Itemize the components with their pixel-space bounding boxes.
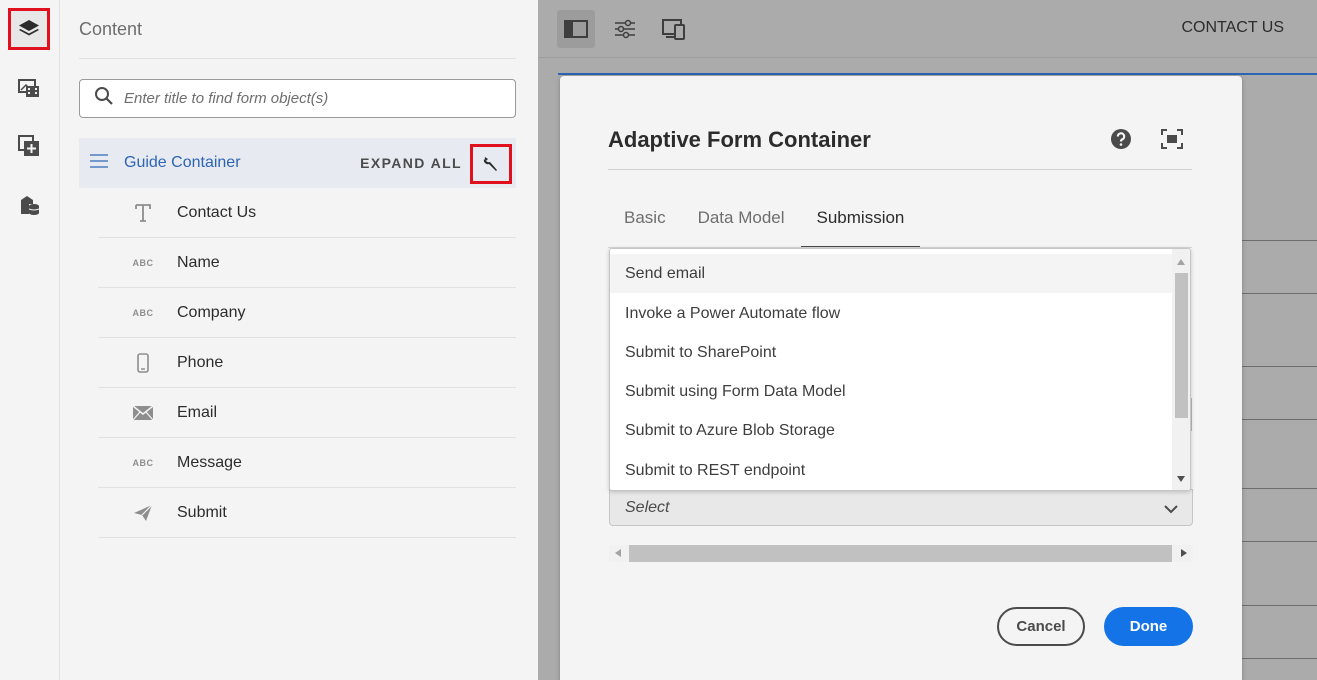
divider <box>79 58 516 59</box>
side-rail <box>0 0 60 680</box>
scroll-left-icon[interactable] <box>615 549 621 557</box>
adaptive-form-container-dialog: Adaptive Form Container Basic Data Model… <box>560 76 1242 680</box>
guide-container-row[interactable]: Guide Container EXPAND ALL <box>79 138 516 188</box>
wrench-icon[interactable] <box>470 144 512 184</box>
side-panel-toggle-icon[interactable] <box>557 10 595 48</box>
form-field-line <box>1238 293 1317 294</box>
option-power-automate[interactable]: Invoke a Power Automate flow <box>610 294 1174 333</box>
submit-action-select[interactable]: Select <box>609 489 1193 526</box>
tree-item-label: Phone <box>177 353 224 371</box>
tree-item-company[interactable]: ABC Company <box>98 288 516 338</box>
dropdown-scrollbar[interactable] <box>1172 249 1190 490</box>
list-icon <box>90 153 108 173</box>
tree-item-contact-us[interactable]: Contact Us <box>98 188 516 238</box>
tree-item-message[interactable]: ABC Message <box>98 438 516 488</box>
tree-item-email[interactable]: Email <box>98 388 516 438</box>
horizontal-scrollbar[interactable] <box>609 545 1193 562</box>
select-value: Select <box>625 499 670 516</box>
text-icon <box>130 203 156 222</box>
form-field-line <box>1238 366 1317 367</box>
components-icon[interactable] <box>8 125 50 167</box>
form-field-line <box>1238 605 1317 606</box>
form-field-line <box>1238 240 1317 241</box>
guide-container-label: Guide Container <box>124 154 241 171</box>
dialog-title: Adaptive Form Container <box>608 127 871 152</box>
scroll-down-icon[interactable] <box>1177 476 1185 482</box>
selection-outline <box>558 73 1317 75</box>
editor-toolbar: CONTACT US <box>538 0 1317 58</box>
tab-submission[interactable]: Submission <box>800 208 921 248</box>
envelope-icon <box>130 405 156 420</box>
tree-item-label: Name <box>177 253 220 271</box>
tree-item-label: Message <box>177 453 242 471</box>
chevron-down-icon <box>1164 501 1178 519</box>
app-root: Content Guide Container EXPAND ALL <box>0 0 1317 680</box>
expand-all-button[interactable]: EXPAND ALL <box>360 155 462 171</box>
tab-data-model[interactable]: Data Model <box>682 208 801 248</box>
properties-sliders-icon[interactable] <box>606 10 644 48</box>
scroll-up-icon[interactable] <box>1177 259 1185 265</box>
tree-item-name[interactable]: ABC Name <box>98 238 516 288</box>
paper-plane-icon <box>130 504 156 521</box>
tree-item-phone[interactable]: Phone <box>98 338 516 388</box>
scrollbar-thumb[interactable] <box>629 545 1172 562</box>
emulator-devices-icon[interactable] <box>655 10 693 48</box>
dialog-tabs: Basic Data Model Submission <box>608 208 921 248</box>
help-icon[interactable] <box>1110 128 1132 150</box>
panel-title: Content <box>79 19 143 39</box>
scrollbar-thumb[interactable] <box>1175 273 1188 418</box>
option-send-email[interactable]: Send email <box>610 254 1174 293</box>
abc-icon: ABC <box>132 457 154 468</box>
search-icon <box>94 86 114 111</box>
data-sources-icon[interactable] <box>8 184 50 226</box>
tab-basic[interactable]: Basic <box>608 208 682 248</box>
tree-item-label: Submit <box>177 503 227 521</box>
form-field-line <box>1238 541 1317 542</box>
content-panel: Content Guide Container EXPAND ALL <box>60 0 538 680</box>
layers-icon[interactable] <box>8 8 50 50</box>
dialog-divider <box>608 169 1192 170</box>
cancel-button[interactable]: Cancel <box>997 607 1085 646</box>
abc-icon: ABC <box>132 307 154 318</box>
search-input[interactable] <box>124 90 504 107</box>
scroll-right-icon[interactable] <box>1181 549 1187 557</box>
done-button[interactable]: Done <box>1104 607 1193 646</box>
tree-item-label: Email <box>177 403 218 421</box>
tree-item-label: Contact Us <box>177 203 257 221</box>
option-form-data-model[interactable]: Submit using Form Data Model <box>610 372 1174 411</box>
assets-icon[interactable] <box>8 67 50 109</box>
option-sharepoint[interactable]: Submit to SharePoint <box>610 333 1174 372</box>
canvas-heading: CONTACT US <box>1181 19 1284 36</box>
option-azure-blob[interactable]: Submit to Azure Blob Storage <box>610 411 1174 450</box>
form-object-tree: Contact Us ABC Name ABC Company Phone Em… <box>98 188 516 538</box>
form-field-line <box>1238 658 1317 659</box>
fullscreen-icon[interactable] <box>1160 128 1184 150</box>
option-rest-endpoint[interactable]: Submit to REST endpoint <box>610 451 1174 490</box>
tree-item-label: Company <box>177 303 246 321</box>
search-box[interactable] <box>79 79 516 118</box>
form-field-line <box>1238 488 1317 489</box>
abc-icon: ABC <box>132 257 154 268</box>
form-field-line <box>1238 419 1317 420</box>
tree-item-submit[interactable]: Submit <box>98 488 516 538</box>
phone-icon <box>130 352 156 373</box>
submit-action-dropdown: Send email Invoke a Power Automate flow … <box>609 248 1191 491</box>
